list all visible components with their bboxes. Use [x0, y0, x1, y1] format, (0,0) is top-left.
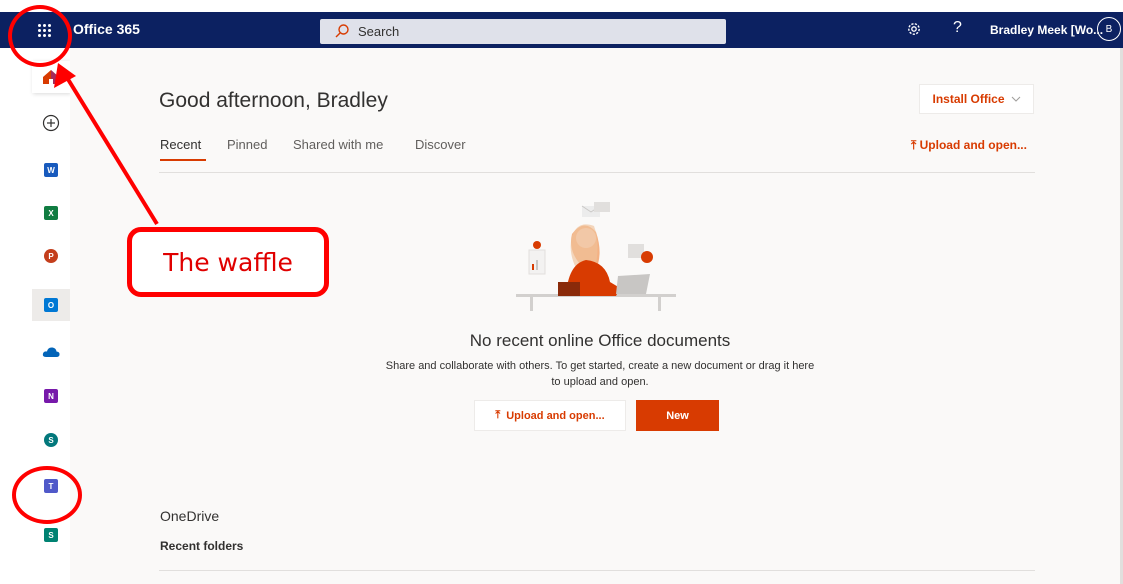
- install-office-button[interactable]: Install Office: [919, 84, 1034, 114]
- upload-and-open-button[interactable]: ⤒ Upload and open...: [474, 400, 626, 431]
- onenote-icon: N: [44, 389, 58, 403]
- rail-item-word[interactable]: W: [32, 154, 70, 186]
- search-icon: [335, 24, 349, 38]
- rail-item-outlook[interactable]: O: [32, 289, 70, 321]
- rail-item-onenote[interactable]: N: [32, 380, 70, 412]
- annotation-callout: The waffle: [127, 227, 329, 297]
- rail-item-excel[interactable]: X: [32, 197, 70, 229]
- settings-gear-icon[interactable]: [906, 21, 922, 37]
- word-icon: W: [44, 163, 58, 177]
- new-document-button[interactable]: New: [636, 400, 719, 431]
- onedrive-icon: [42, 347, 60, 357]
- divider: [159, 570, 1035, 571]
- divider: [159, 172, 1035, 173]
- annotation-label: The waffle: [163, 247, 293, 277]
- tab-discover[interactable]: Discover: [415, 137, 466, 152]
- powerpoint-icon: P: [44, 249, 58, 263]
- rail-item-sharepoint[interactable]: S: [32, 424, 70, 456]
- outlook-icon: O: [44, 298, 58, 312]
- empty-state-illustration: [516, 202, 676, 311]
- excel-icon: X: [44, 206, 58, 220]
- avatar[interactable]: B: [1097, 17, 1121, 41]
- sharepoint-icon: S: [44, 433, 58, 447]
- rail-item-create[interactable]: [32, 107, 70, 139]
- tab-shared-with-me[interactable]: Shared with me: [293, 137, 383, 152]
- chevron-down-icon: [1011, 96, 1020, 102]
- rail-item-powerpoint[interactable]: P: [32, 240, 70, 272]
- annotation-circle-teams: [12, 466, 82, 524]
- upload-icon: ⤒: [911, 138, 920, 152]
- active-tab-indicator: [160, 159, 206, 161]
- home-icon: [43, 70, 59, 84]
- sway-icon: S: [44, 528, 58, 542]
- plus-circle-icon: [42, 114, 60, 132]
- main-content: [70, 48, 1120, 584]
- search-placeholder: Search: [358, 24, 400, 39]
- upload-button-label: Upload and open...: [506, 409, 605, 422]
- recent-folders-heading: Recent folders: [160, 539, 244, 553]
- install-office-label: Install Office: [932, 92, 1005, 106]
- upload-and-open-link[interactable]: ⤒ Upload and open...: [911, 138, 1027, 153]
- empty-state-title: No recent online Office documents: [469, 331, 731, 350]
- rail-item-onedrive[interactable]: [32, 336, 70, 368]
- search-box[interactable]: Search: [320, 19, 726, 44]
- empty-state-description: Share and collaborate with others. To ge…: [385, 360, 815, 388]
- onedrive-section-title: OneDrive: [160, 508, 220, 524]
- office-header-bar: Office 365 Search ? Bradley Meek [Wo... …: [0, 12, 1123, 48]
- help-button[interactable]: ?: [953, 19, 962, 37]
- page-title: Good afternoon, Bradley: [159, 89, 388, 112]
- account-name[interactable]: Bradley Meek [Wo...: [990, 23, 1103, 37]
- upload-icon: ⤒: [495, 409, 501, 421]
- tab-pinned[interactable]: Pinned: [227, 137, 267, 152]
- upload-and-open-label: Upload and open...: [919, 138, 1027, 152]
- tab-recent[interactable]: Recent: [160, 137, 201, 152]
- brand-title[interactable]: Office 365: [73, 21, 140, 37]
- annotation-circle-waffle: [8, 5, 72, 67]
